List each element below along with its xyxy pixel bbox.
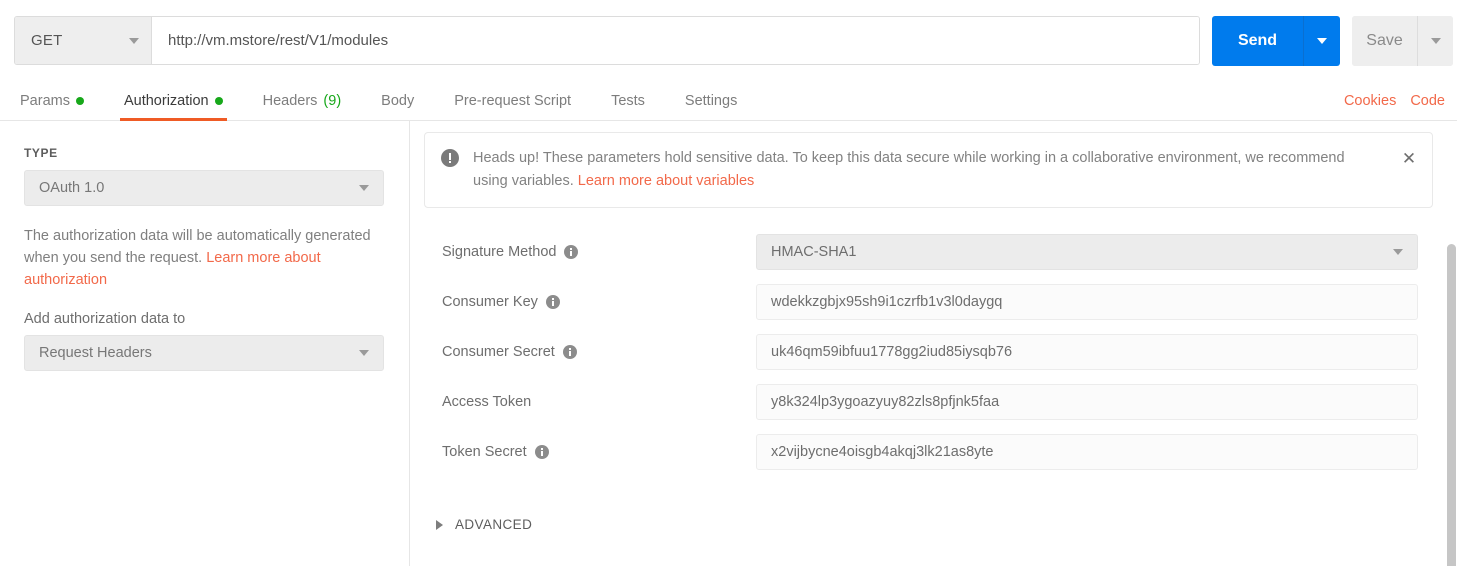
request-tabs-row: Params Authorization Headers (9) Body Pre-req… — [0, 80, 1457, 121]
authorization-main-panel: Heads up! These parameters hold sensitiv… — [411, 121, 1445, 566]
tab-authorization[interactable]: Authorization — [104, 80, 243, 121]
tab-label: Authorization — [123, 92, 209, 109]
request-url-input[interactable] — [152, 17, 1199, 64]
learn-more-variables-link[interactable]: Learn more about variables — [578, 173, 755, 189]
access-token-label: Access Token — [442, 394, 531, 410]
save-button[interactable]: Save — [1352, 16, 1417, 66]
signature-method-select[interactable]: HMAC-SHA1 — [756, 234, 1418, 270]
form-row-consumer-secret: Consumer Secret uk46qm59ibfuu1778gg2iud85… — [411, 327, 1445, 377]
tab-label: Headers — [262, 92, 318, 109]
advanced-section-toggle[interactable]: ADVANCED — [436, 517, 532, 532]
request-tabs: Params Authorization Headers (9) Body Pre-req… — [0, 80, 757, 121]
tab-label: Settings — [684, 92, 738, 109]
signature-method-label: Signature Method — [442, 244, 579, 260]
url-group: GET — [14, 16, 1200, 65]
send-button[interactable]: Send — [1212, 16, 1303, 66]
vertical-scrollbar-track[interactable] — [1445, 121, 1457, 566]
advanced-label: ADVANCED — [455, 517, 533, 532]
chevron-down-icon — [359, 185, 369, 191]
chevron-down-icon — [1430, 38, 1441, 44]
token-secret-label: Token Secret — [442, 444, 549, 460]
save-options-button[interactable] — [1417, 16, 1453, 66]
link-cookies[interactable]: Cookies — [1344, 93, 1396, 109]
add-auth-data-label: Add authorization data to — [24, 311, 186, 327]
tab-label: Pre-request Script — [454, 92, 572, 109]
oauth1-form: Signature Method HMAC-SHA1 Consumer Key wde… — [411, 227, 1445, 477]
access-token-input[interactable]: y8k324lp3ygoazyuy82zls8pfjnk5faa — [756, 384, 1418, 420]
type-label: TYPE — [24, 146, 58, 160]
tab-headers[interactable]: Headers (9) — [243, 80, 362, 121]
consumer-secret-input[interactable]: uk46qm59ibfuu1778gg2iud85iysqb76 — [756, 334, 1418, 370]
label-text: Consumer Secret — [442, 344, 555, 360]
tab-settings[interactable]: Settings — [665, 80, 757, 121]
tab-label: Body — [381, 92, 415, 109]
consumer-secret-label: Consumer Secret — [442, 344, 577, 360]
http-method-select[interactable]: GET — [15, 17, 152, 64]
auth-type-select[interactable]: OAuth 1.0 — [24, 170, 384, 206]
authorization-sidebar: TYPE OAuth 1.0 The authorization data wi… — [0, 121, 410, 566]
tab-utility-links: Cookies Code — [1344, 80, 1451, 121]
http-method-value: GET — [31, 32, 63, 49]
chevron-down-icon — [1393, 249, 1403, 255]
info-icon[interactable] — [534, 445, 549, 459]
form-row-consumer-key: Consumer Key wdekkzgbjx95sh9i1czrfb1v3l0d… — [411, 277, 1445, 327]
postman-request-builder: GET Send Save Params Authorization Headers… — [0, 0, 1457, 566]
form-row-access-token: Access Token y8k324lp3ygoazyuy82zls8pfjnk… — [411, 377, 1445, 427]
consumer-key-label: Consumer Key — [442, 294, 560, 310]
consumer-key-input[interactable]: wdekkzgbjx95sh9i1czrfb1v3l0daygq — [756, 284, 1418, 320]
tab-body[interactable]: Body — [361, 80, 434, 121]
auth-type-value: OAuth 1.0 — [39, 180, 105, 196]
label-text: Signature Method — [442, 244, 557, 260]
triangle-right-icon — [436, 519, 443, 530]
label-text: Token Secret — [442, 444, 527, 460]
sensitive-data-banner: Heads up! These parameters hold sensitiv… — [424, 132, 1433, 208]
signature-method-value: HMAC-SHA1 — [771, 244, 857, 260]
tab-pre-request-script[interactable]: Pre-request Script — [434, 80, 591, 121]
consumer-key-value: wdekkzgbjx95sh9i1czrfb1v3l0daygq — [771, 294, 1003, 310]
chevron-down-icon — [1317, 38, 1327, 44]
chevron-down-icon — [129, 37, 139, 44]
consumer-secret-value: uk46qm59ibfuu1778gg2iud85iysqb76 — [771, 344, 1013, 360]
warning-exclamation-icon — [441, 149, 459, 167]
token-secret-value: x2vijbycne4oisgb4akqj3lk21as8yte — [771, 444, 994, 460]
label-text: Access Token — [442, 394, 532, 410]
request-bar: GET Send Save — [0, 0, 1457, 80]
status-dot-icon — [75, 96, 84, 105]
form-row-token-secret: Token Secret x2vijbycne4oisgb4akqj3lk21as… — [411, 427, 1445, 477]
info-icon[interactable] — [545, 295, 560, 309]
banner-text: Heads up! These parameters hold sensitiv… — [473, 147, 1373, 207]
access-token-value: y8k324lp3ygoazyuy82zls8pfjnk5faa — [771, 394, 1000, 410]
tab-count-badge: (9) — [323, 92, 342, 109]
tab-params[interactable]: Params — [0, 80, 104, 121]
close-icon[interactable]: ✕ — [1398, 147, 1420, 169]
vertical-scrollbar-thumb[interactable] — [1447, 244, 1456, 566]
send-options-button[interactable] — [1303, 16, 1340, 66]
send-group: Send — [1212, 16, 1340, 66]
info-icon[interactable] — [562, 345, 577, 359]
add-auth-data-select[interactable]: Request Headers — [24, 335, 384, 371]
chevron-down-icon — [359, 350, 369, 356]
auth-help-note: The authorization data will be automatic… — [24, 225, 384, 291]
label-text: Consumer Key — [442, 294, 538, 310]
token-secret-input[interactable]: x2vijbycne4oisgb4akqj3lk21as8yte — [756, 434, 1418, 470]
info-icon[interactable] — [564, 245, 579, 259]
link-code[interactable]: Code — [1410, 93, 1445, 109]
add-auth-data-value: Request Headers — [39, 345, 152, 361]
form-row-signature-method: Signature Method HMAC-SHA1 — [411, 227, 1445, 277]
save-group: Save — [1352, 16, 1453, 66]
tab-label: Params — [20, 92, 70, 109]
status-dot-icon — [214, 96, 223, 105]
tab-label: Tests — [611, 92, 645, 109]
tab-tests[interactable]: Tests — [591, 80, 665, 121]
